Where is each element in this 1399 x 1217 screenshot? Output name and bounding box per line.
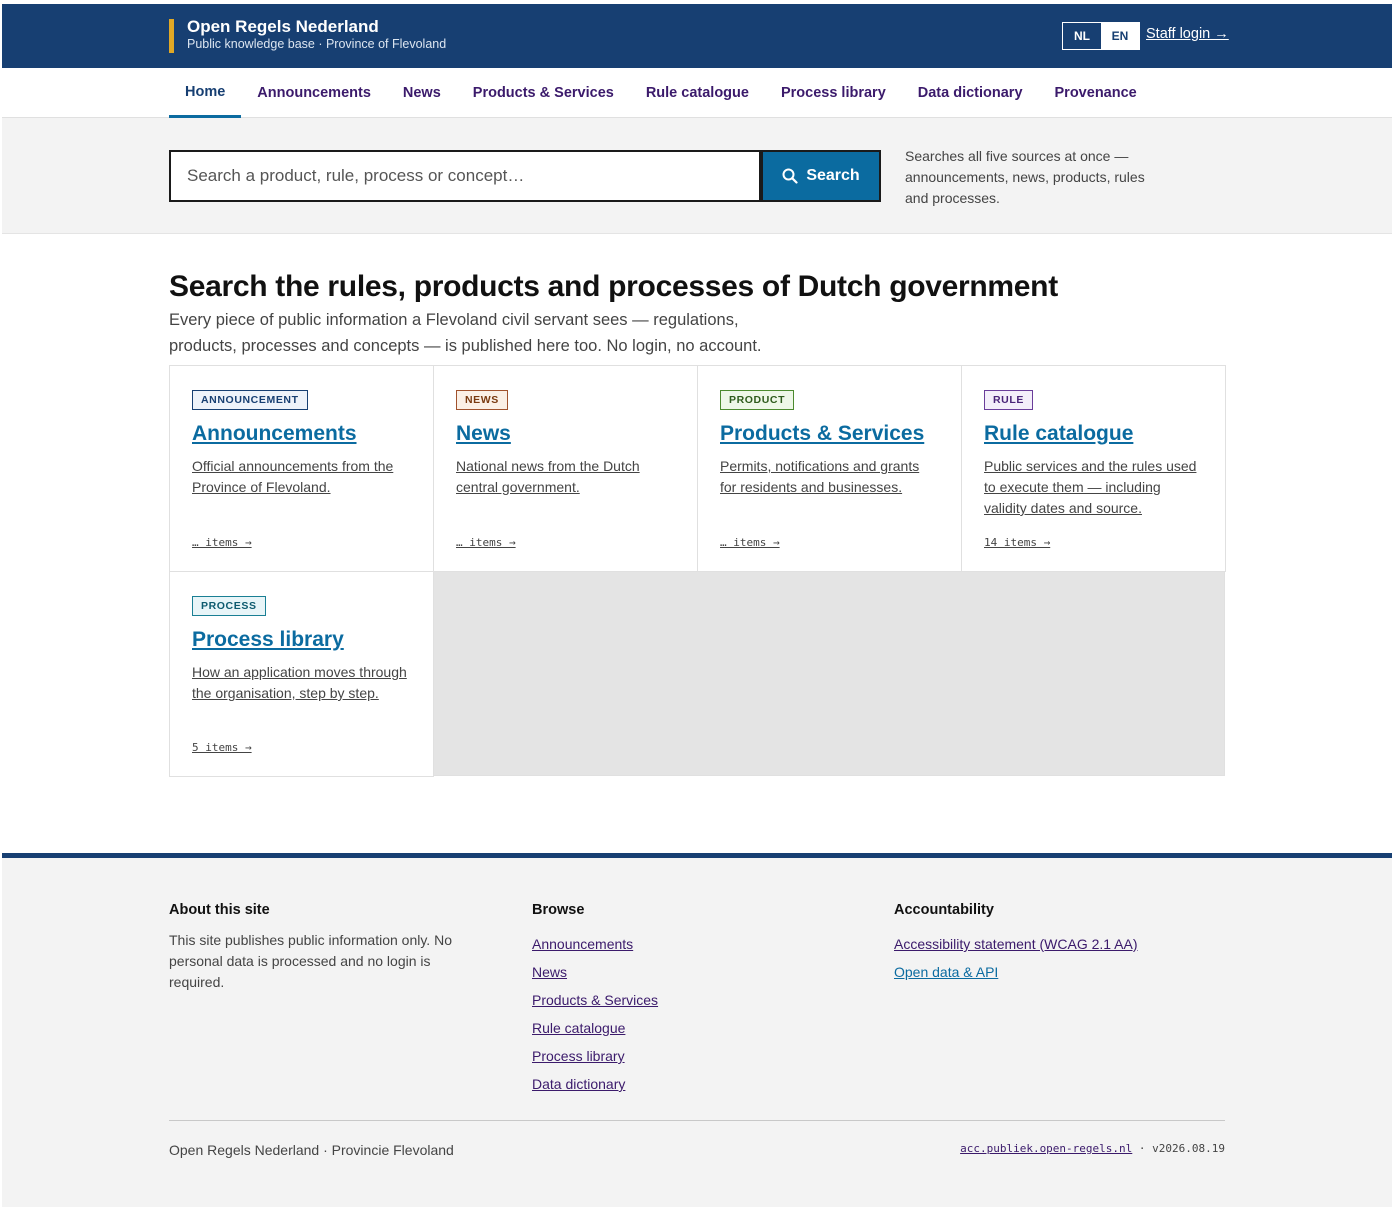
search-help-text: Searches all five sources at once — anno… bbox=[905, 148, 1145, 206]
footer-heading: Accountability bbox=[894, 902, 994, 918]
footer-meta: acc.publiek.open-regels.nl · v2026.08.19 bbox=[960, 1142, 1225, 1155]
card-rule-catalogue[interactable]: RULE Rule catalogue Public services and … bbox=[961, 365, 1226, 572]
site-subtitle: Public knowledge base · Province of Flev… bbox=[187, 37, 447, 51]
footer-accountability: Accountability Accessibility statement (… bbox=[894, 902, 1138, 986]
footer-link-data-dictionary[interactable]: Data dictionary bbox=[532, 1070, 658, 1098]
footer-about-text: This site publishes public information o… bbox=[169, 932, 452, 990]
site-header: Open Regels Nederland Public knowledge b… bbox=[2, 4, 1392, 68]
search-button[interactable]: Search bbox=[761, 150, 881, 202]
footer-browse: Browse Announcements News Products & Ser… bbox=[532, 902, 658, 1098]
staff-login-link[interactable]: Staff login → bbox=[1146, 26, 1229, 42]
card-item-count[interactable]: 5 items → bbox=[192, 741, 252, 754]
footer-heading: Browse bbox=[532, 902, 585, 918]
footer-about: About this site This site publishes publ… bbox=[169, 902, 459, 993]
footer-link-products-services[interactable]: Products & Services bbox=[532, 986, 658, 1014]
lang-nl-button[interactable]: NL bbox=[1063, 23, 1101, 49]
nav-announcements[interactable]: Announcements bbox=[241, 68, 387, 118]
lang-en-button[interactable]: EN bbox=[1101, 23, 1139, 49]
card-badge: ANNOUNCEMENT bbox=[192, 390, 308, 410]
card-title-link[interactable]: News bbox=[456, 422, 675, 446]
card-badge: PROCESS bbox=[192, 596, 266, 616]
footer-link-announcements[interactable]: Announcements bbox=[532, 930, 658, 958]
card-products-services[interactable]: PRODUCT Products & Services Permits, not… bbox=[697, 365, 962, 572]
page-intro: Every piece of public information a Flev… bbox=[169, 311, 762, 355]
card-badge: NEWS bbox=[456, 390, 508, 410]
card-item-count[interactable]: … items → bbox=[456, 536, 516, 549]
card-description[interactable]: National news from the Dutch central gov… bbox=[456, 456, 675, 498]
card-description[interactable]: Permits, notifications and grants for re… bbox=[720, 456, 939, 498]
nav-rule-catalogue[interactable]: Rule catalogue bbox=[630, 68, 765, 118]
card-title-link[interactable]: Rule catalogue bbox=[984, 422, 1203, 446]
main-nav: Home Announcements News Products & Servi… bbox=[2, 68, 1392, 118]
card-item-count[interactable]: … items → bbox=[192, 536, 252, 549]
card-description[interactable]: How an application moves through the org… bbox=[192, 662, 411, 704]
language-toggle: NL EN bbox=[1062, 22, 1140, 50]
source-cards-grid: ANNOUNCEMENT Announcements Official anno… bbox=[169, 365, 1226, 777]
nav-products-services[interactable]: Products & Services bbox=[457, 68, 630, 118]
card-title-link[interactable]: Products & Services bbox=[720, 422, 939, 446]
search-band: Search Searches all five sources at once… bbox=[2, 118, 1392, 234]
site-title[interactable]: Open Regels Nederland bbox=[187, 17, 379, 37]
card-announcements[interactable]: ANNOUNCEMENT Announcements Official anno… bbox=[169, 365, 434, 572]
card-news[interactable]: NEWS News National news from the Dutch c… bbox=[433, 365, 698, 572]
footer-host-link[interactable]: acc.publiek.open-regels.nl bbox=[960, 1142, 1132, 1155]
brand-stripe bbox=[169, 19, 174, 53]
card-badge: PRODUCT bbox=[720, 390, 795, 410]
nav-process-library[interactable]: Process library bbox=[765, 68, 902, 118]
footer-heading: About this site bbox=[169, 902, 270, 918]
page: Open Regels Nederland Public knowledge b… bbox=[2, 4, 1392, 1207]
nav-provenance[interactable]: Provenance bbox=[1039, 68, 1153, 118]
card-title-link[interactable]: Process library bbox=[192, 628, 411, 652]
card-badge: RULE bbox=[984, 390, 1033, 410]
card-item-count[interactable]: … items → bbox=[720, 536, 780, 549]
nav-data-dictionary[interactable]: Data dictionary bbox=[902, 68, 1039, 118]
search-button-label: Search bbox=[806, 167, 860, 184]
footer-copyright: Open Regels Nederland · Provincie Flevol… bbox=[169, 1142, 454, 1158]
footer-divider bbox=[169, 1120, 1225, 1121]
footer-link-process-library[interactable]: Process library bbox=[532, 1042, 658, 1070]
nav-news[interactable]: News bbox=[387, 68, 457, 118]
card-description[interactable]: Public services and the rules used to ex… bbox=[984, 456, 1203, 519]
card-process-library[interactable]: PROCESS Process library How an applicati… bbox=[169, 571, 434, 777]
card-item-count[interactable]: 14 items → bbox=[984, 536, 1050, 549]
footer-link-accessibility[interactable]: Accessibility statement (WCAG 2.1 AA) bbox=[894, 930, 1138, 958]
footer-link-news[interactable]: News bbox=[532, 958, 658, 986]
footer-link-open-data[interactable]: Open data & API bbox=[894, 958, 1138, 986]
card-description[interactable]: Official announcements from the Province… bbox=[192, 456, 411, 498]
page-title: Search the rules, products and processes… bbox=[169, 270, 1058, 303]
footer-version: · v2026.08.19 bbox=[1132, 1142, 1225, 1155]
site-footer: About this site This site publishes publ… bbox=[2, 853, 1392, 1207]
card-title-link[interactable]: Announcements bbox=[192, 422, 411, 446]
footer-link-rule-catalogue[interactable]: Rule catalogue bbox=[532, 1014, 658, 1042]
search-icon bbox=[782, 168, 798, 184]
search-input[interactable] bbox=[169, 150, 761, 202]
nav-home[interactable]: Home bbox=[169, 68, 242, 118]
